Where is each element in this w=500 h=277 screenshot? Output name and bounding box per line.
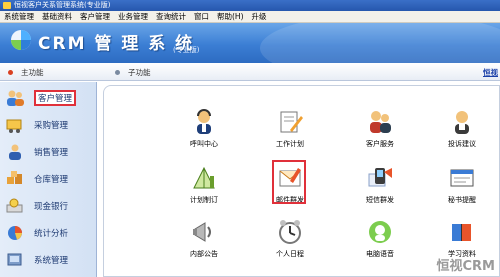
tile-label: 工作计划 xyxy=(276,140,304,148)
announcement-icon xyxy=(193,222,211,242)
settings-icon xyxy=(4,251,26,269)
tile-label: 投诉建议 xyxy=(448,140,476,148)
window-titlebar: 恒视客户关系管理系统(专业版) xyxy=(0,0,500,11)
complaint-icon xyxy=(455,111,469,134)
sidebar-item-label: 仓库管理 xyxy=(34,175,69,185)
app-icon xyxy=(3,2,11,9)
secretary-reminder-icon xyxy=(450,169,474,187)
warehouse-icon xyxy=(4,170,26,188)
window-title: 恒视客户关系管理系统(专业版) xyxy=(14,1,111,9)
banner-title: CRM 管 理 系 统 xyxy=(38,34,195,54)
tile-mail-broadcast[interactable]: 邮件群发 xyxy=(250,160,330,216)
sidebar-item-purchase[interactable]: 采购管理 xyxy=(4,115,92,135)
tile-label: 客户服务 xyxy=(366,140,394,148)
call-center-icon xyxy=(197,109,211,134)
function-tabbar: 主功能 子功能 恒视 xyxy=(0,63,500,81)
sidebar-item-warehouse[interactable]: 仓库管理 xyxy=(4,169,92,189)
tile-complaint[interactable]: 投诉建议 xyxy=(422,108,500,160)
selection-highlight xyxy=(272,160,306,204)
tab-dot-icon xyxy=(115,70,120,75)
tile-label: 秘书提醒 xyxy=(448,196,476,204)
sidebar-item-label: 客户管理 xyxy=(34,90,77,106)
plan-making-icon xyxy=(193,166,215,189)
tile-work-plan[interactable]: 工作计划 xyxy=(250,108,330,160)
tile-schedule[interactable]: 个人日程 xyxy=(250,218,330,270)
menu-upgrade[interactable]: 升级 xyxy=(248,11,271,23)
header-banner: CRM 管 理 系 统 (专业版) xyxy=(0,23,500,63)
bank-icon xyxy=(4,197,26,215)
sidebar: 客户管理 采购管理 销售管理 仓库管理 现金银行 统计分析 系统管理 xyxy=(0,82,97,277)
banner-edition: (专业版) xyxy=(173,46,200,54)
tab-label: 主功能 xyxy=(21,68,44,77)
tabbar-link[interactable]: 恒视 xyxy=(483,67,498,78)
cart-icon xyxy=(4,116,26,134)
sidebar-item-cash-bank[interactable]: 现金银行 xyxy=(4,196,92,216)
tile-sms-broadcast[interactable]: 短信群发 xyxy=(340,164,420,216)
menu-basic-data[interactable]: 基础资料 xyxy=(38,11,76,23)
menu-customer[interactable]: 客户管理 xyxy=(76,11,114,23)
tile-label: 内部公告 xyxy=(190,250,218,258)
tile-label: 个人日程 xyxy=(276,250,304,258)
tile-call-center[interactable]: 呼叫中心 xyxy=(164,108,244,160)
customer-service-icon xyxy=(370,111,391,133)
sidebar-item-label: 系统管理 xyxy=(34,256,69,266)
sidebar-item-sales[interactable]: 销售管理 xyxy=(4,142,92,162)
tile-label: 呼叫中心 xyxy=(190,140,218,148)
people-icon xyxy=(4,89,26,107)
tab-dot-icon xyxy=(8,70,13,75)
menu-system[interactable]: 系统管理 xyxy=(0,11,38,23)
schedule-icon xyxy=(279,220,301,244)
sms-broadcast-icon xyxy=(368,168,392,187)
banner-decoration xyxy=(260,23,500,63)
tile-customer-service[interactable]: 客户服务 xyxy=(340,108,420,160)
crm-logo-icon xyxy=(11,30,31,50)
sidebar-item-system[interactable]: 系统管理 xyxy=(4,250,92,270)
tile-label: 计划制订 xyxy=(190,196,218,204)
sidebar-item-label: 统计分析 xyxy=(34,229,69,239)
work-plan-icon xyxy=(280,111,303,133)
sidebar-item-statistics[interactable]: 统计分析 xyxy=(4,223,92,243)
tab-sub-functions[interactable]: 子功能 xyxy=(115,67,151,78)
menubar: 系统管理 基础资料 客户管理 业务管理 查询统计 窗口 帮助(H) 升级 xyxy=(0,11,500,23)
menu-query[interactable]: 查询统计 xyxy=(152,11,190,23)
function-panel: 呼叫中心 工作计划 客户服务 投诉建议 计划制订 邮件群发 短信群发 秘书提醒 … xyxy=(103,85,500,277)
study-material-icon xyxy=(452,224,471,241)
sidebar-item-label: 现金银行 xyxy=(34,202,69,212)
tab-main-functions[interactable]: 主功能 xyxy=(8,67,44,78)
voice-icon xyxy=(369,221,391,243)
watermark: 恒视CRM xyxy=(436,259,496,274)
sales-icon xyxy=(4,143,26,161)
pie-chart-icon xyxy=(4,224,26,242)
tile-label: 短信群发 xyxy=(366,196,394,204)
sidebar-item-customer[interactable]: 客户管理 xyxy=(4,88,92,108)
menu-business[interactable]: 业务管理 xyxy=(114,11,152,23)
tile-secretary-reminder[interactable]: 秘书提醒 xyxy=(422,164,500,216)
tile-voice[interactable]: 电脑语音 xyxy=(340,218,420,270)
tile-plan-making[interactable]: 计划制订 xyxy=(164,164,244,216)
sidebar-item-label: 销售管理 xyxy=(34,148,69,158)
sidebar-item-label: 采购管理 xyxy=(34,121,69,131)
menu-help[interactable]: 帮助(H) xyxy=(213,11,248,23)
menu-window[interactable]: 窗口 xyxy=(190,11,213,23)
tile-announcement[interactable]: 内部公告 xyxy=(164,218,244,270)
tile-label: 电脑语音 xyxy=(366,250,394,258)
tab-label: 子功能 xyxy=(128,68,151,77)
